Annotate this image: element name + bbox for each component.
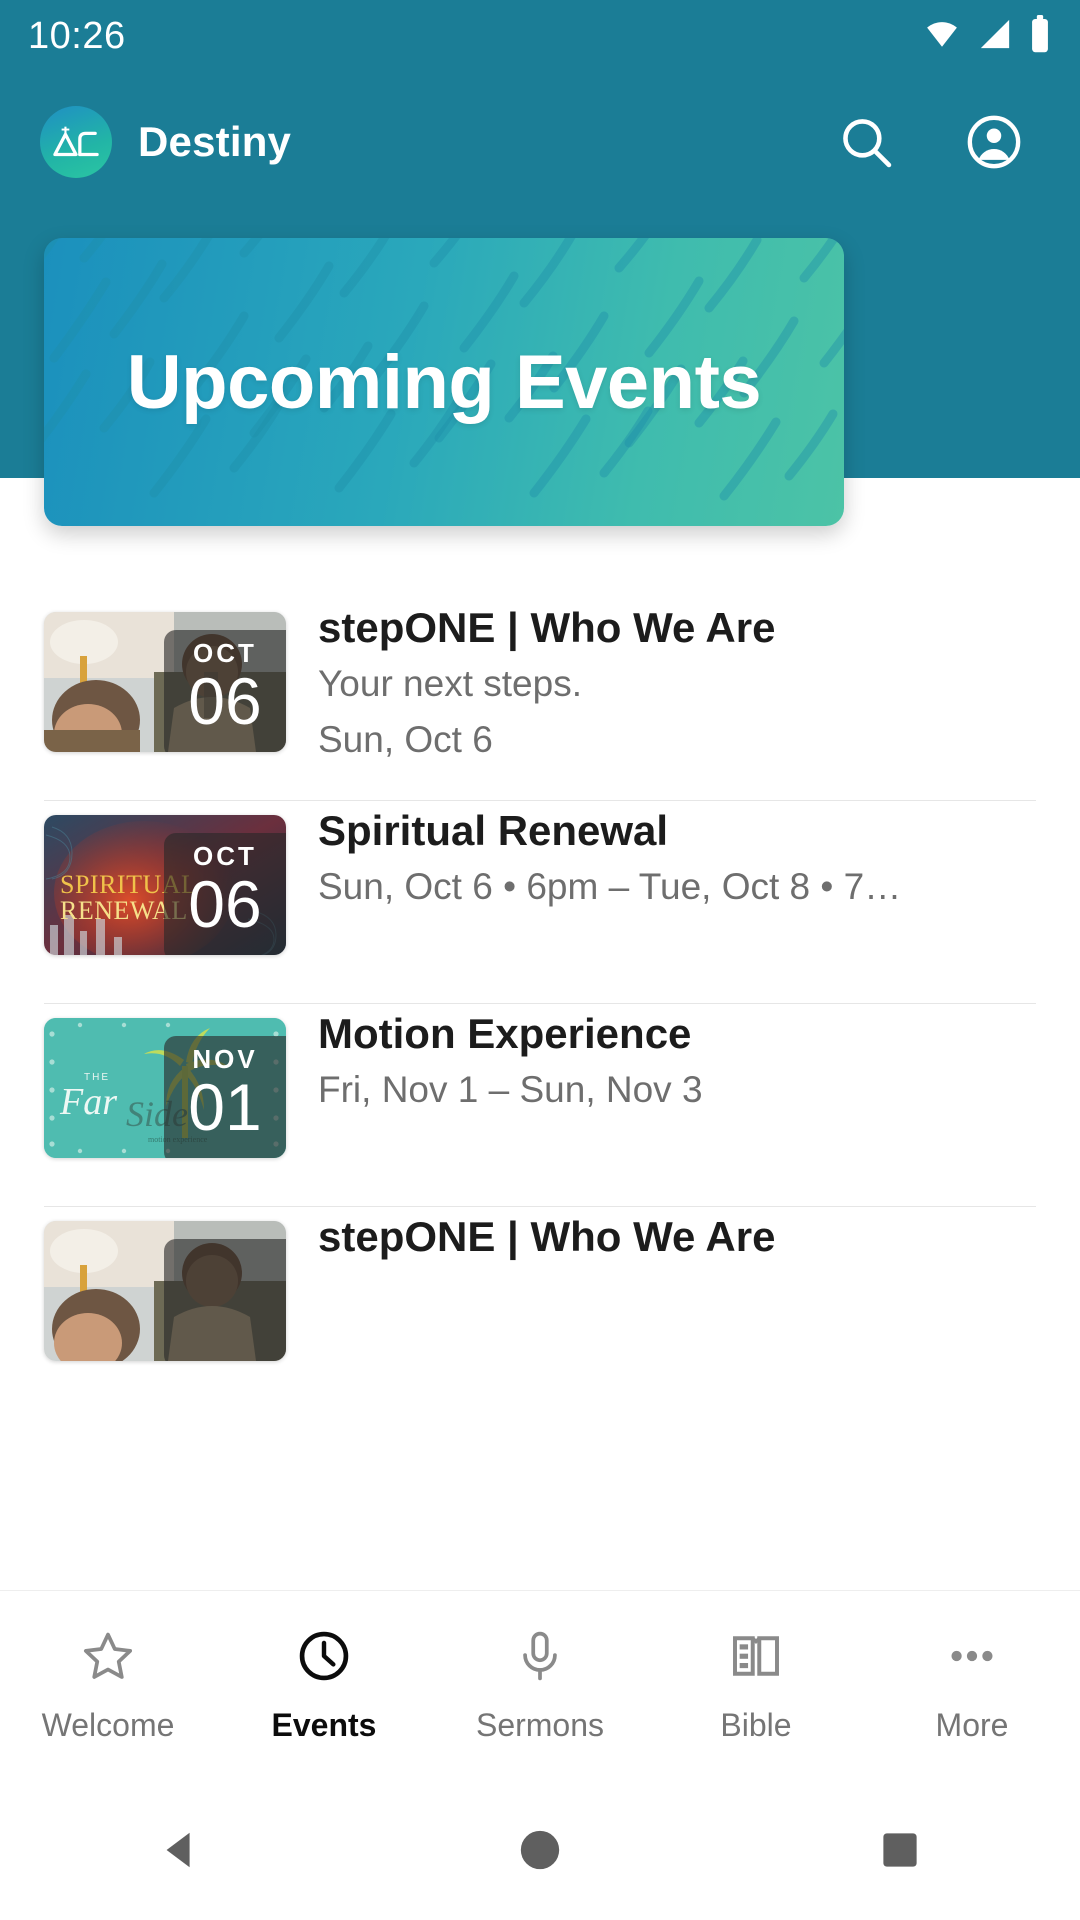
event-title: stepONE | Who We Are — [318, 604, 776, 651]
event-title: Motion Experience — [318, 1010, 692, 1057]
event-title: stepONE | Who We Are — [318, 1213, 776, 1260]
badge-day: 06 — [188, 867, 262, 941]
search-icon[interactable] — [834, 110, 898, 174]
event-date-badge: OCT 06 — [164, 833, 286, 955]
brand-area[interactable]: Destiny — [40, 106, 834, 178]
microphone-icon — [512, 1628, 568, 1689]
event-text-block: stepONE | Who We Are Your next steps. Su… — [286, 598, 1036, 764]
back-triangle-icon[interactable] — [120, 1790, 240, 1910]
ellipsis-icon — [944, 1628, 1000, 1689]
badge-month: OCT — [193, 638, 257, 668]
home-circle-icon[interactable] — [480, 1790, 600, 1910]
nav-item-events[interactable]: Events — [216, 1591, 432, 1780]
app-title: Destiny — [138, 118, 292, 165]
badge-day: 01 — [188, 1070, 262, 1144]
event-text-block: Spiritual Renewal Sun, Oct 6 • 6pm – Tue… — [286, 801, 1036, 912]
svg-text:Far: Far — [59, 1081, 117, 1123]
open-book-icon — [728, 1628, 784, 1689]
hero-title: Upcoming Events — [126, 339, 762, 425]
nav-item-bible[interactable]: Bible — [648, 1591, 864, 1780]
nav-label: More — [935, 1706, 1009, 1743]
event-list-item[interactable]: THE Far Side motion experience NOV 01 Mo… — [0, 1004, 1080, 1206]
app-screen: 10:26 Destiny Upcoming Events OCT 06 ste… — [0, 0, 1080, 1920]
event-date-badge: OCT 06 — [164, 630, 286, 752]
system-navigation-bar — [0, 1780, 1080, 1920]
destiny-church-logo-icon — [40, 106, 112, 178]
event-subtitle: Sun, Oct 6 • 6pm – Tue, Oct 8 • 7… — [318, 866, 902, 908]
nav-label: Events — [271, 1706, 377, 1743]
hero-banner: Upcoming Events — [44, 238, 844, 526]
event-thumbnail: SPIRITUAL RENEWAL OCT 06 — [44, 815, 286, 955]
badge-day: 06 — [188, 664, 262, 738]
app-bar: Destiny — [0, 72, 1080, 212]
event-date-badge: NOV 01 — [164, 1036, 286, 1158]
event-date-badge — [164, 1239, 286, 1361]
wifi-icon — [922, 17, 962, 56]
event-list-item[interactable]: SPIRITUAL RENEWAL OCT 06 Spiritual Renew… — [0, 801, 1080, 1003]
nav-label: Bible — [720, 1706, 792, 1743]
bottom-navigation: Welcome Events Sermons Bible More — [0, 1590, 1080, 1780]
account-circle-icon[interactable] — [962, 110, 1026, 174]
event-date-line: Sun, Oct 6 — [318, 718, 493, 760]
clock-icon — [296, 1628, 352, 1689]
star-icon — [80, 1628, 136, 1689]
recents-square-icon[interactable] — [840, 1790, 960, 1910]
event-list-item[interactable]: OCT 06 stepONE | Who We Are Your next st… — [0, 598, 1080, 800]
event-title: Spiritual Renewal — [318, 807, 669, 854]
nav-item-sermons[interactable]: Sermons — [432, 1591, 648, 1780]
event-text-block: Motion Experience Fri, Nov 1 – Sun, Nov … — [286, 1004, 1036, 1115]
event-text-block: stepONE | Who We Are — [286, 1207, 1036, 1268]
nav-label: Welcome — [41, 1706, 175, 1743]
badge-month: OCT — [193, 841, 257, 871]
nav-label: Sermons — [475, 1706, 605, 1743]
battery-icon — [1028, 14, 1052, 58]
event-thumbnail: OCT 06 — [44, 612, 286, 752]
event-subtitle: Your next steps. — [318, 663, 582, 705]
status-icons — [922, 14, 1052, 58]
event-list-item[interactable]: stepONE | Who We Are — [0, 1207, 1080, 1409]
event-thumbnail: THE Far Side motion experience NOV 01 — [44, 1018, 286, 1158]
cellular-signal-icon — [976, 17, 1014, 56]
badge-month: NOV — [192, 1044, 258, 1074]
status-bar: 10:26 — [0, 0, 1080, 72]
event-subtitle: Fri, Nov 1 – Sun, Nov 3 — [318, 1069, 703, 1111]
nav-item-more[interactable]: More — [864, 1591, 1080, 1780]
nav-item-welcome[interactable]: Welcome — [0, 1591, 216, 1780]
event-thumbnail — [44, 1221, 286, 1361]
status-time: 10:26 — [28, 14, 126, 57]
app-bar-actions — [834, 110, 1040, 174]
